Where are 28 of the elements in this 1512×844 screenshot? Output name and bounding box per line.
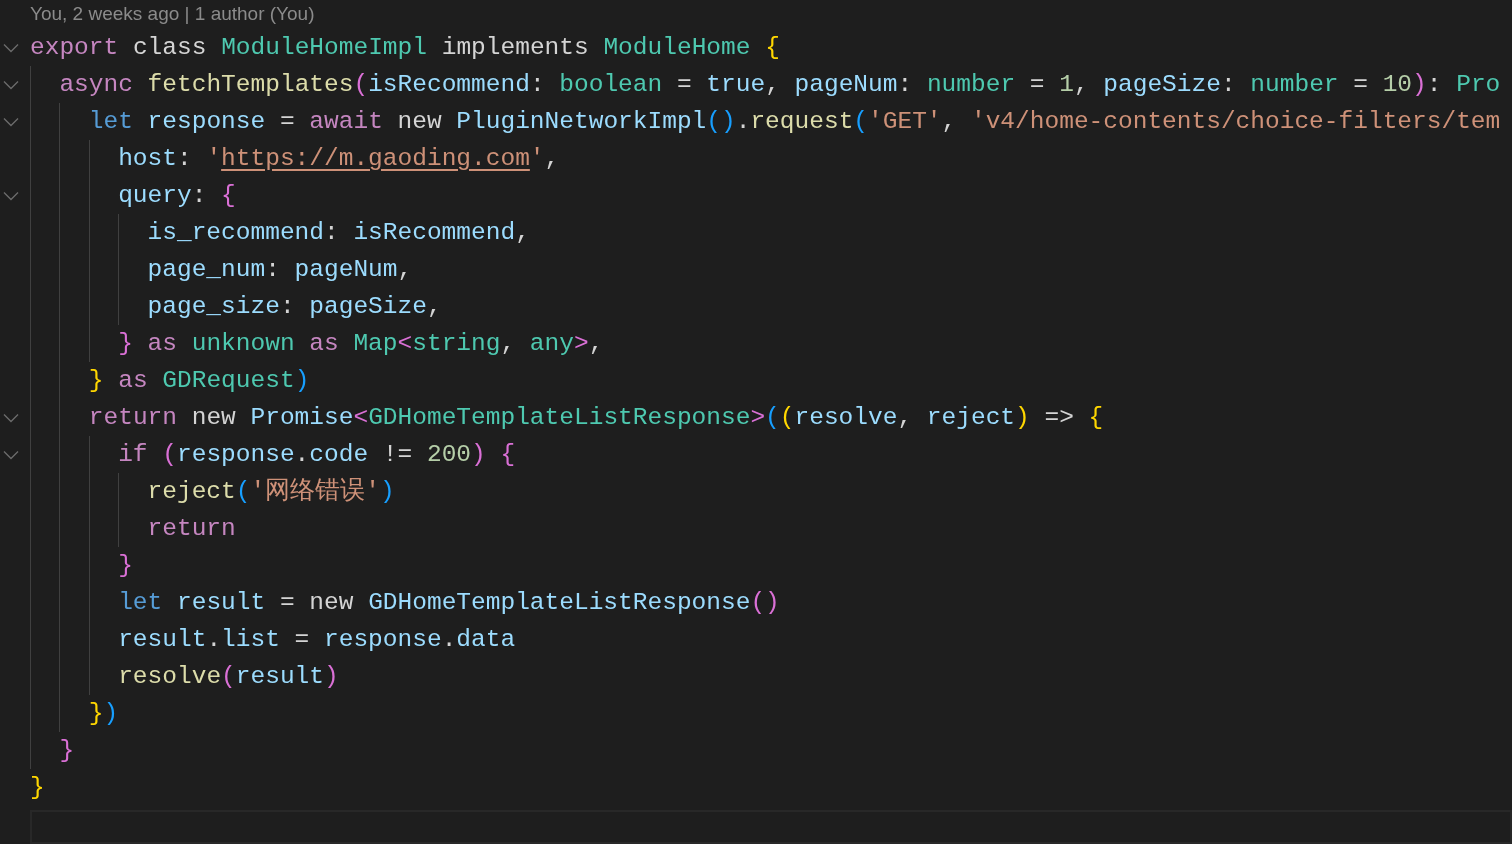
fold-chevron-icon[interactable]	[3, 449, 19, 460]
code-line: return	[147, 514, 236, 544]
code-line: is_recommend: isRecommend,	[147, 218, 530, 248]
fold-chevron-icon[interactable]	[3, 190, 19, 201]
fold-chevron-icon[interactable]	[3, 116, 19, 127]
code-line: let result = new GDHomeTemplateListResponse()	[118, 588, 780, 618]
code-line: }	[30, 773, 45, 803]
fold-chevron-icon[interactable]	[3, 412, 19, 423]
code-line: async fetchTemplates(isRecommend: boolean = true, pageNum: number = 1, pageSize: number = 10): Pro	[59, 70, 1501, 100]
code-line: export class ModuleHomeImpl implements ModuleHome {	[30, 33, 780, 63]
code-line: if (response.code != 200) {	[118, 440, 516, 470]
code-line: resolve(result)	[118, 662, 339, 692]
code-line: result.list = response.data	[118, 625, 516, 655]
fold-chevron-icon[interactable]	[3, 79, 19, 90]
code-line: return new Promise<GDHomeTemplateListResponse>((resolve, reject) => {	[88, 403, 1104, 433]
code-line: }	[118, 551, 133, 581]
code-line: page_num: pageNum,	[147, 255, 413, 285]
blame-annotation: You, 2 weeks ago | 1 author (You)	[30, 2, 315, 27]
code-line: page_size: pageSize,	[147, 292, 442, 322]
code-line: } as unknown as Map<string, any>,	[118, 329, 604, 359]
code-line: }	[59, 736, 75, 766]
code-line: host: 'https://m.gaoding.com',	[118, 144, 560, 174]
code-line: reject('网络错误')	[147, 477, 395, 507]
code-line: query: {	[118, 181, 236, 211]
code-line: } as GDRequest)	[88, 366, 310, 396]
code-line: })	[88, 699, 119, 729]
code-line: let response = await new PluginNetworkImpl().request('GET', 'v4/home-contents/choice-filters/tem	[88, 107, 1501, 137]
fold-chevron-icon[interactable]	[3, 42, 19, 53]
